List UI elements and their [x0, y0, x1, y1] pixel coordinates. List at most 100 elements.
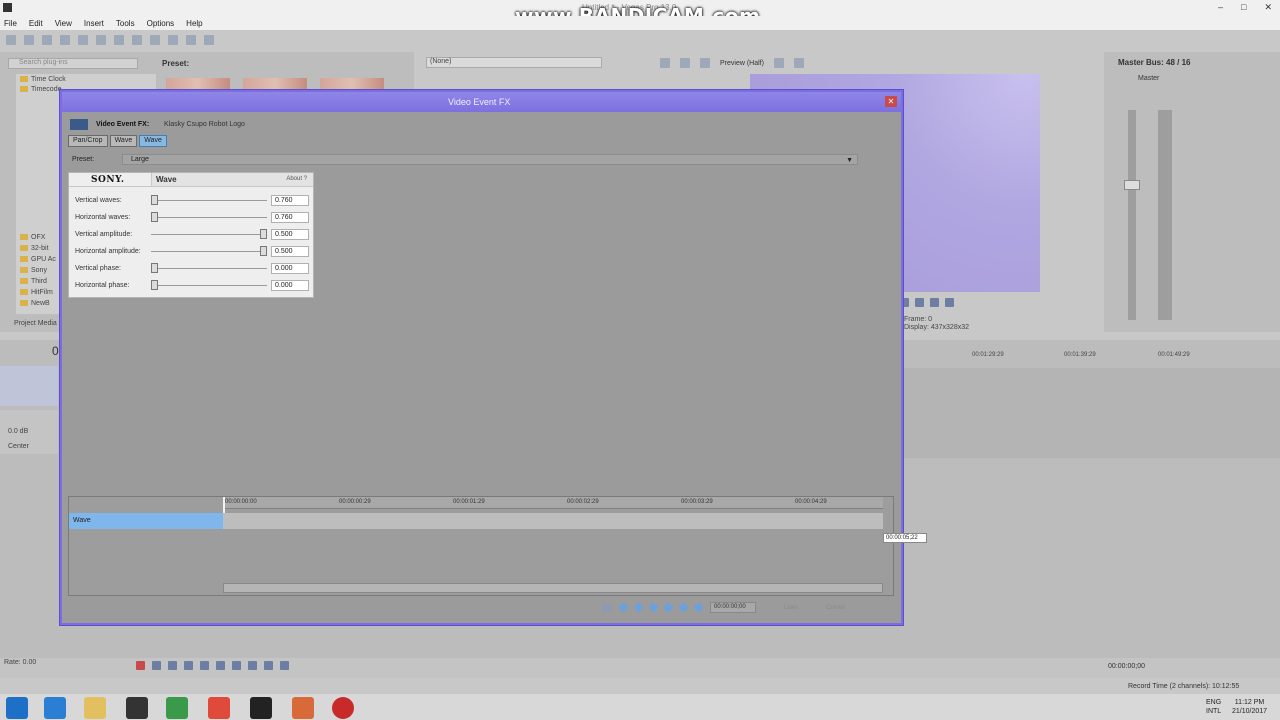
- value-field[interactable]: 0.500: [271, 246, 309, 257]
- redo-icon[interactable]: [168, 35, 178, 45]
- timeline-ruler[interactable]: 00:01:29:29 00:01:39:29 00:01:49:29: [904, 352, 1280, 366]
- keyframe-ruler[interactable]: 00:00:00:00 00:00:00:29 00:00:01:29 00:0…: [223, 497, 883, 509]
- keyframe-scrollbar[interactable]: [223, 583, 883, 593]
- tab-project-media[interactable]: Project Media: [14, 320, 57, 327]
- dialog-title-bar[interactable]: Video Event FX ✕: [62, 92, 901, 112]
- first-keyframe-icon[interactable]: [618, 602, 629, 613]
- slider-thumb[interactable]: [151, 280, 158, 290]
- menu-edit[interactable]: Edit: [29, 19, 43, 28]
- value-field[interactable]: 0.760: [271, 212, 309, 223]
- menu-view[interactable]: View: [55, 19, 72, 28]
- prev-frame-icon[interactable]: [264, 661, 273, 670]
- edge-browser-icon[interactable]: [44, 697, 66, 719]
- open-icon[interactable]: [24, 35, 34, 45]
- next-keyframe-icon[interactable]: [648, 602, 659, 613]
- system-clock[interactable]: 11:12 PM 21/10/2017: [1232, 698, 1267, 716]
- tree-item[interactable]: OFX: [20, 234, 45, 241]
- sync-cursor-icon[interactable]: [602, 602, 612, 613]
- about-button[interactable]: About ?: [286, 176, 307, 182]
- media-player-icon[interactable]: [126, 697, 148, 719]
- external-monitor-icon[interactable]: [680, 58, 690, 68]
- master-fader[interactable]: [1124, 180, 1140, 190]
- next-frame-icon[interactable]: [930, 297, 939, 307]
- lines-button[interactable]: Lines: [784, 605, 798, 611]
- value-field[interactable]: 0.000: [271, 280, 309, 291]
- slider-thumb[interactable]: [151, 263, 158, 273]
- preset-thumbnail[interactable]: [320, 78, 384, 90]
- file-explorer-icon[interactable]: [84, 697, 106, 719]
- slider-track[interactable]: [151, 200, 267, 201]
- preview-quality-dropdown[interactable]: Preview (Half): [720, 60, 764, 67]
- preset-thumbnail[interactable]: [166, 78, 230, 90]
- tree-item[interactable]: Time Clock: [20, 76, 66, 83]
- curves-button[interactable]: Curves: [826, 605, 845, 611]
- value-field[interactable]: 0.500: [271, 229, 309, 240]
- bandicam-icon[interactable]: [332, 697, 354, 719]
- slider-thumb[interactable]: [260, 246, 267, 256]
- split-screen-icon[interactable]: [700, 58, 710, 68]
- app-icon-orange[interactable]: [292, 697, 314, 719]
- cut-icon[interactable]: [96, 35, 106, 45]
- tree-item[interactable]: HitFilm: [20, 289, 53, 296]
- slider-thumb[interactable]: [151, 212, 158, 222]
- menu-tools[interactable]: Tools: [116, 19, 135, 28]
- slider-track[interactable]: [151, 217, 267, 218]
- track-area[interactable]: [904, 368, 1280, 458]
- value-field[interactable]: 0.760: [271, 195, 309, 206]
- tree-item[interactable]: Sony: [20, 267, 47, 274]
- last-keyframe-icon[interactable]: [663, 602, 674, 613]
- menu-file[interactable]: File: [4, 19, 17, 28]
- preset-dropdown[interactable]: Large ▼: [122, 154, 858, 165]
- save-icon[interactable]: [42, 35, 52, 45]
- close-icon[interactable]: ✕: [885, 96, 897, 107]
- tree-item[interactable]: 32-bit: [20, 245, 49, 252]
- pause-icon[interactable]: [200, 661, 209, 670]
- chrome-icon[interactable]: [208, 697, 230, 719]
- keyframe-track-label[interactable]: Wave: [69, 513, 223, 529]
- chain-pan-crop-button[interactable]: Pan/Crop: [68, 135, 108, 147]
- preset-thumbnail[interactable]: [243, 78, 307, 90]
- maximize-button[interactable]: □: [1241, 2, 1246, 13]
- slider-track[interactable]: [151, 234, 267, 235]
- slider-track[interactable]: [151, 268, 267, 269]
- slider-thumb[interactable]: [151, 195, 158, 205]
- undo-icon[interactable]: [150, 35, 160, 45]
- menu-help[interactable]: Help: [186, 19, 202, 28]
- menu-insert[interactable]: Insert: [84, 19, 104, 28]
- keyframe-track[interactable]: [223, 513, 883, 529]
- end-icon[interactable]: [945, 297, 954, 307]
- play-icon[interactable]: [184, 661, 193, 670]
- copy-snapshot-icon[interactable]: [793, 58, 804, 68]
- keyframe-cursor[interactable]: [223, 497, 225, 513]
- new-project-icon[interactable]: [6, 35, 16, 45]
- tree-item[interactable]: GPU Ac: [20, 256, 56, 263]
- vegas-pro-icon[interactable]: [250, 697, 272, 719]
- chain-wave-button[interactable]: Wave: [109, 135, 138, 147]
- tree-item[interactable]: Third: [20, 278, 47, 285]
- copy-icon[interactable]: [114, 35, 124, 45]
- go-to-end-icon[interactable]: [248, 661, 257, 670]
- source-dropdown[interactable]: (None): [426, 57, 602, 68]
- tree-item[interactable]: NewB: [20, 300, 50, 307]
- tree-item[interactable]: Timecode: [20, 86, 61, 93]
- prev-keyframe-icon[interactable]: [633, 602, 644, 613]
- minimize-button[interactable]: –: [1218, 2, 1223, 13]
- stop-icon[interactable]: [216, 661, 225, 670]
- language-indicator[interactable]: ENG INTL: [1206, 698, 1221, 716]
- slider-track[interactable]: [151, 251, 267, 252]
- enable-snapping-icon[interactable]: [186, 35, 196, 45]
- play-from-start-icon[interactable]: [168, 661, 177, 670]
- properties-icon[interactable]: [78, 35, 88, 45]
- go-to-start-icon[interactable]: [232, 661, 241, 670]
- search-input[interactable]: Search plug-ins: [8, 58, 138, 69]
- start-icon[interactable]: [6, 697, 28, 719]
- close-window-button[interactable]: ✕: [1264, 2, 1272, 13]
- help-icon[interactable]: [204, 35, 214, 45]
- loop-icon[interactable]: [152, 661, 161, 670]
- record-icon[interactable]: [136, 661, 145, 670]
- value-field[interactable]: 0.000: [271, 263, 309, 274]
- play-icon[interactable]: [915, 297, 924, 307]
- add-keyframe-icon[interactable]: [678, 602, 689, 613]
- chain-wave-active-button[interactable]: Wave: [139, 135, 167, 147]
- next-frame-icon[interactable]: [280, 661, 289, 670]
